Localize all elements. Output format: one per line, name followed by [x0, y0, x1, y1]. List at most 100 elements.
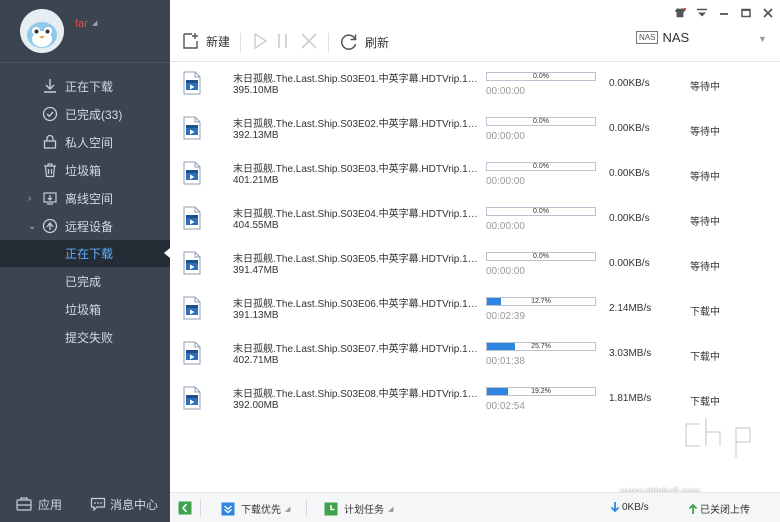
window-controls [674, 7, 774, 19]
schedule-caret-icon[interactable]: ◢ [388, 505, 393, 513]
schedule-icon [324, 502, 338, 515]
file-name: 末日孤舰.The.Last.Ship.S03E02.中英字幕.HDTVrip.1… [233, 119, 483, 130]
skin-shirt-icon[interactable] [674, 7, 686, 19]
start-button[interactable] [252, 32, 268, 50]
remote-sub-failed[interactable]: 提交失败 [0, 324, 170, 350]
progress-percent: 0.0% [533, 118, 549, 125]
nas-badge-icon: NAS [636, 31, 659, 44]
remote-sub-trash[interactable]: 垃圾箱 [0, 296, 170, 322]
statusbar-divider [306, 500, 307, 516]
pause-icon [278, 34, 287, 48]
chevron-right-icon[interactable]: › [28, 193, 31, 204]
sidebar-item-downloading[interactable]: 正在下载 [0, 73, 170, 99]
sidebar-item-label: 正在下载 [65, 79, 114, 94]
video-file-icon [183, 341, 201, 365]
collapse-sidebar-button[interactable] [178, 501, 192, 515]
download-priority-button[interactable]: 下载优先 ◢ [221, 501, 290, 516]
message-center-button[interactable]: 消息中心 [90, 496, 158, 513]
upload-status-label: 已关闭上传 [700, 505, 750, 516]
download-speed-value: 0KB/s [622, 501, 649, 513]
progress-percent: 25.7% [531, 343, 551, 350]
file-size: 392.13MB [233, 130, 279, 141]
sidebar-item-private-space[interactable]: 私人空间 [0, 129, 170, 155]
down-arrow-icon [610, 502, 620, 513]
file-size: 402.71MB [233, 355, 279, 366]
download-speed: 2.14MB/s [609, 303, 652, 314]
sidebar-subitem-label: 正在下载 [65, 247, 114, 261]
sidebar-footer: 应用 消息中心 [0, 486, 170, 522]
toolbar: 新建 刷新 NAS NAS ▼ [170, 0, 780, 62]
upload-status-indicator[interactable]: 已关闭上传 [688, 501, 750, 516]
video-file-icon [183, 251, 201, 275]
up-arrow-icon [688, 503, 698, 514]
download-row[interactable]: 末日孤舰.The.Last.Ship.S03E03.中英字幕.HDTVrip.1… [170, 152, 780, 197]
pause-button[interactable] [276, 32, 290, 50]
sidebar-subitem-label: 垃圾箱 [65, 302, 102, 317]
apps-button[interactable]: 应用 [16, 496, 62, 513]
nas-dropdown-caret-icon[interactable]: ▼ [758, 34, 767, 44]
delete-x-icon [301, 33, 317, 49]
remote-sub-completed[interactable]: 已完成 [0, 268, 170, 294]
task-status: 下载中 [690, 307, 720, 318]
username[interactable]: far [75, 18, 88, 30]
user-menu-caret-icon[interactable]: ◢ [92, 19, 97, 27]
close-icon[interactable] [762, 7, 774, 19]
site-watermark [678, 414, 774, 488]
download-speed: 0.00KB/s [609, 123, 650, 134]
video-file-icon [183, 116, 201, 140]
download-row[interactable]: 末日孤舰.The.Last.Ship.S03E01.中英字幕.HDTVrip.1… [170, 62, 780, 107]
download-speed-indicator: 0KB/s [610, 501, 649, 513]
sidebar-item-trash[interactable]: 垃圾箱 [0, 157, 170, 183]
main-panel: 新建 刷新 NAS NAS ▼ 末日孤舰.The.Last.Ship.S03E0… [170, 0, 780, 522]
play-icon [254, 32, 268, 50]
refresh-button[interactable]: 刷新 [339, 32, 389, 52]
sidebar-item-completed[interactable]: 已完成(33) [0, 101, 170, 127]
download-row[interactable]: 末日孤舰.The.Last.Ship.S03E07.中英字幕.HDTVrip.1… [170, 332, 780, 377]
download-row[interactable]: 末日孤舰.The.Last.Ship.S03E02.中英字幕.HDTVrip.1… [170, 107, 780, 152]
profile-area: far ◢ [0, 0, 170, 62]
file-name: 末日孤舰.The.Last.Ship.S03E06.中英字幕.HDTVrip.1… [233, 299, 483, 310]
scheduled-task-button[interactable]: 计划任务 ◢ [324, 501, 393, 516]
download-priority-icon [221, 502, 235, 515]
refresh-icon [341, 34, 357, 50]
file-name: 末日孤舰.The.Last.Ship.S03E03.中英字幕.HDTVrip.1… [233, 164, 483, 175]
sidebar-item-label: 远程设备 [65, 219, 114, 234]
video-file-icon [183, 296, 201, 320]
time-remaining: 00:00:00 [486, 266, 525, 277]
nas-device-selector[interactable]: NAS NAS [636, 30, 689, 45]
sidebar-item-offline-space[interactable]: › 离线空间 [0, 185, 170, 211]
sidebar-item-remote-device[interactable]: ⌄ 远程设备 [0, 213, 170, 239]
delete-button[interactable] [300, 32, 318, 50]
download-row[interactable]: 末日孤舰.The.Last.Ship.S03E05.中英字幕.HDTVrip.1… [170, 242, 780, 287]
refresh-label: 刷新 [365, 35, 390, 50]
download-icon [42, 78, 58, 94]
file-name: 末日孤舰.The.Last.Ship.S03E05.中英字幕.HDTVrip.1… [233, 254, 483, 265]
sidebar-item-label: 离线空间 [65, 191, 114, 206]
file-name: 末日孤舰.The.Last.Ship.S03E01.中英字幕.HDTVrip.1… [233, 74, 483, 85]
download-row[interactable]: 末日孤舰.The.Last.Ship.S03E04.中英字幕.HDTVrip.1… [170, 197, 780, 242]
remote-sub-downloading[interactable]: 正在下载 [0, 240, 170, 267]
progress-bar: 0.0% [486, 207, 596, 216]
time-remaining: 00:02:39 [486, 311, 525, 322]
video-file-icon [183, 386, 201, 410]
sidebar-item-label: 垃圾箱 [65, 163, 102, 178]
task-status: 下载中 [690, 397, 720, 408]
minimize-icon[interactable] [718, 7, 730, 19]
chevron-down-icon[interactable]: ⌄ [28, 221, 36, 232]
sidebar-subitem-label: 已完成 [65, 274, 102, 289]
video-file-icon [183, 161, 201, 185]
avatar[interactable] [20, 9, 64, 53]
priority-caret-icon[interactable]: ◢ [285, 505, 290, 513]
file-name: 末日孤舰.The.Last.Ship.S03E07.中英字幕.HDTVrip.1… [233, 344, 483, 355]
time-remaining: 00:02:54 [486, 401, 525, 412]
progress-bar: 25.7% [486, 342, 596, 351]
sidebar-divider [0, 62, 170, 63]
download-row[interactable]: 末日孤舰.The.Last.Ship.S03E06.中英字幕.HDTVrip.1… [170, 287, 780, 332]
nas-label: NAS [662, 30, 690, 45]
sidebar-item-label: 已完成(33) [65, 107, 123, 122]
task-status: 等待中 [690, 172, 720, 183]
progress-percent: 19.2% [531, 388, 551, 395]
menu-icon[interactable] [696, 7, 708, 19]
new-task-button[interactable]: 新建 [182, 32, 230, 50]
maximize-icon[interactable] [740, 7, 752, 19]
